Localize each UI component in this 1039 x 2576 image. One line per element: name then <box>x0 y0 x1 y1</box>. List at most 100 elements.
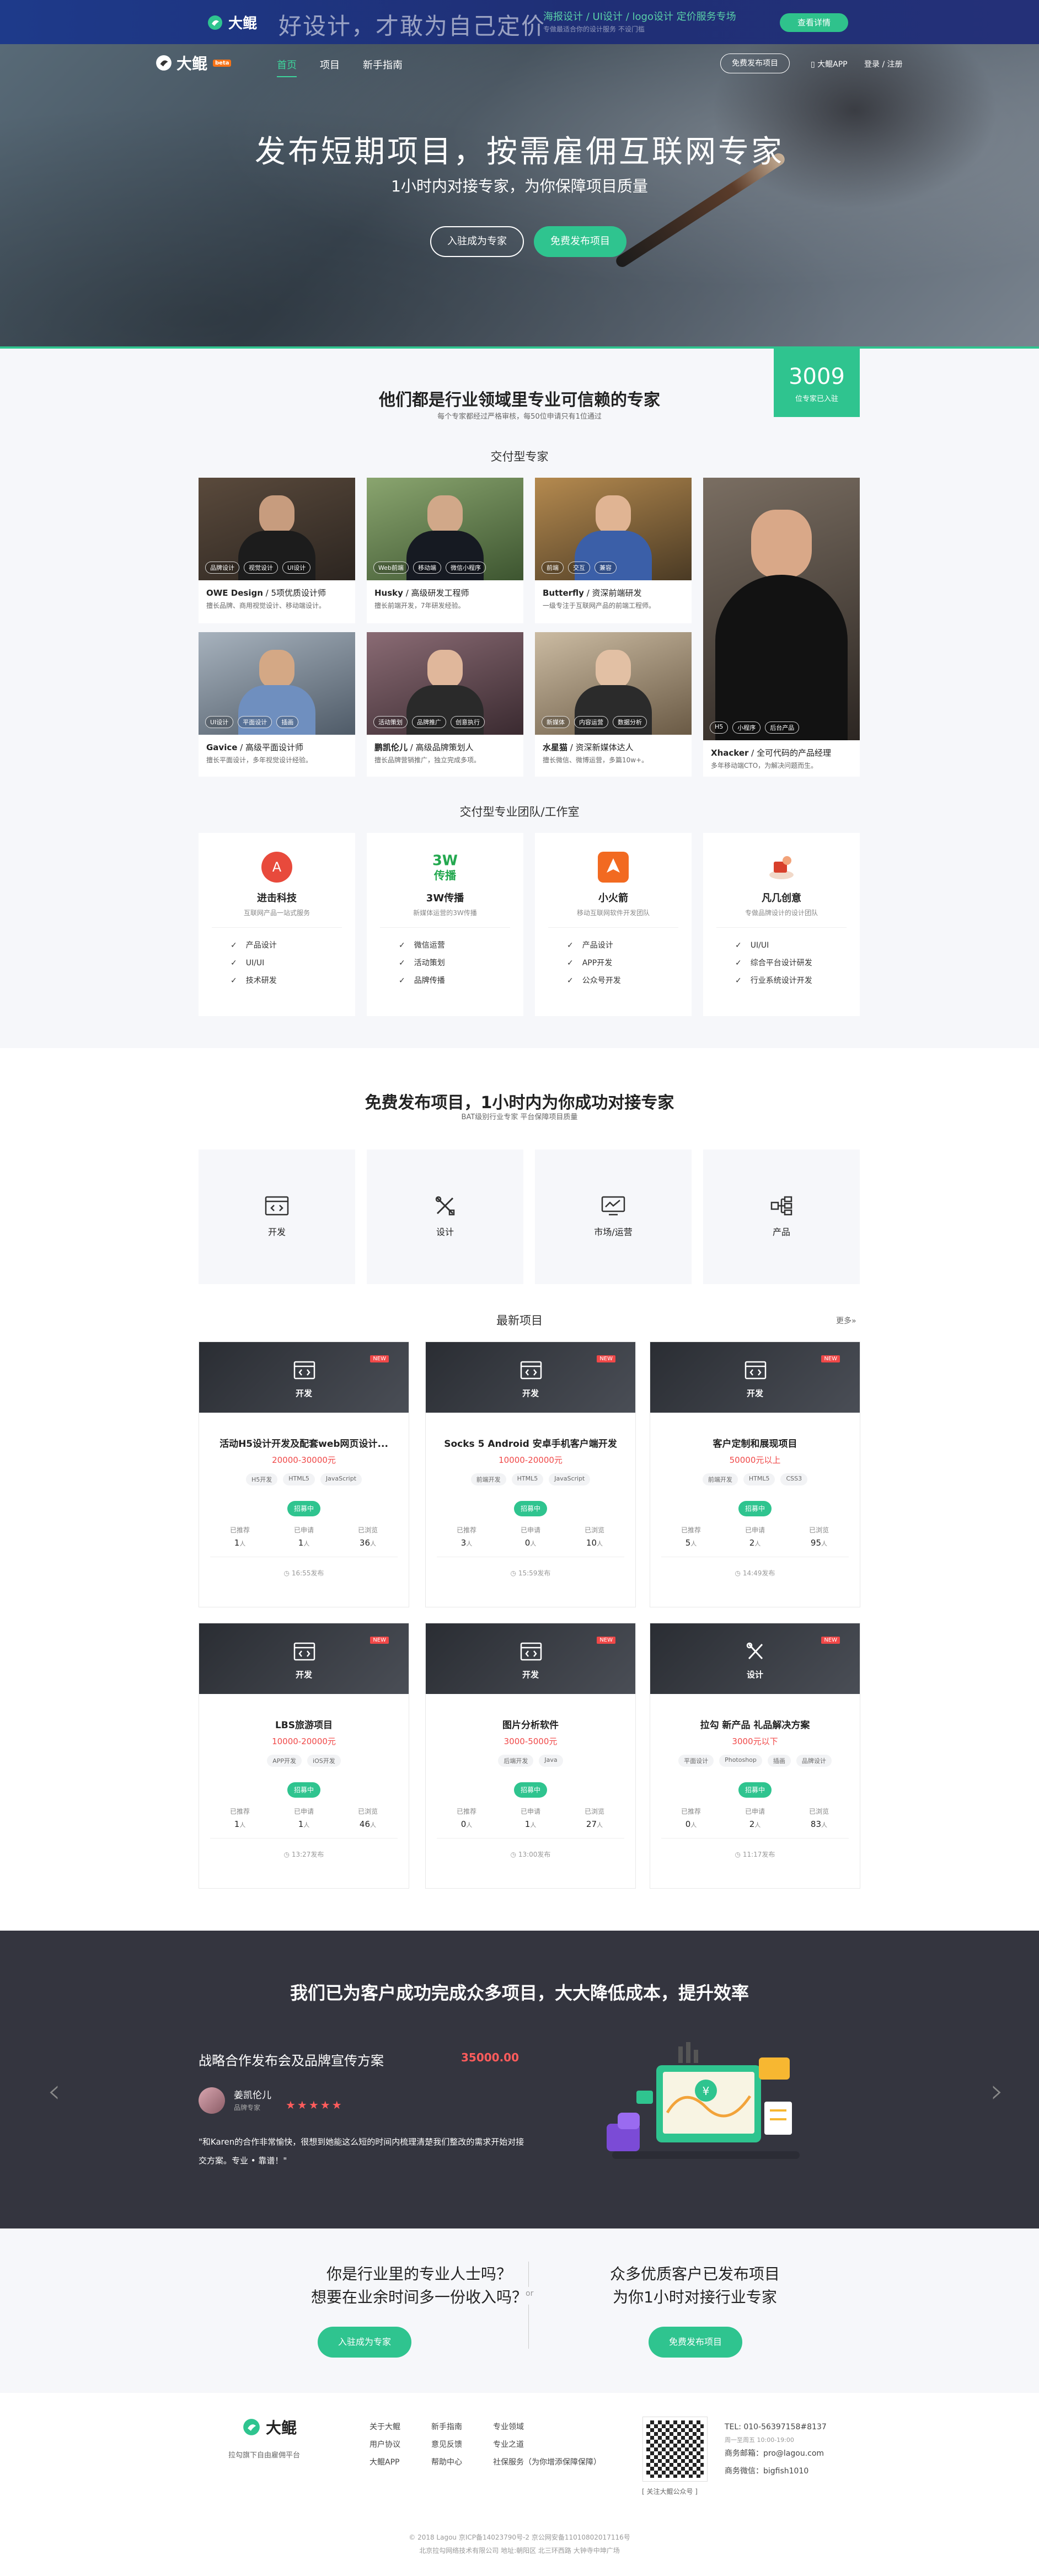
footer-link[interactable]: 专业之道 <box>493 2436 601 2454</box>
nav-link-projects[interactable]: 项目 <box>320 57 340 77</box>
promo-highlight: 海报设计 / UI设计 / logo设计 定价服务专场 <box>543 11 736 23</box>
publish-time: ◷ 11:17发布 <box>735 1851 775 1858</box>
expert-card[interactable]: 前端 交互 兼容 Butterfly / 资深前端研发 一级专注于互联网产品的前端工… <box>535 478 692 623</box>
skill-tag: CSS3 <box>780 1473 808 1485</box>
expert-card-featured[interactable]: H5 小程序 后台产品 Xhacker / 全可代码的产品经理 多年移动端CTO，为… <box>703 478 860 777</box>
team-service: 微信运营 <box>399 937 523 954</box>
more-projects-link[interactable]: 更多» <box>836 1315 856 1326</box>
next-arrow-icon[interactable]: › <box>990 2072 1004 2110</box>
status-badge: 招募中 <box>514 1782 547 1798</box>
code-window-icon <box>745 1361 767 1380</box>
footer-link[interactable]: 社保服务（为你增添保障保障） <box>493 2454 601 2471</box>
team-card[interactable]: 凡几创意 专做品牌设计的设计团队 UI/UI综合平台设计研发行业系统设计开发 <box>703 833 860 1016</box>
cta-divider <box>528 2305 529 2349</box>
viewed-count: 83 <box>810 1819 822 1829</box>
expert-tag: 内容运营 <box>574 716 608 728</box>
cta-or: or <box>526 2289 534 2298</box>
nav-link-guide[interactable]: 新手指南 <box>363 57 403 77</box>
expert-card[interactable]: UI设计 平面设计 插画 Gavice / 高级平面设计师 擅长平面设计，多年视觉设… <box>199 632 355 777</box>
expert-photo: H5 小程序 后台产品 <box>703 478 860 740</box>
expert-name: Butterfly / 资深前端研发 <box>543 588 642 598</box>
team-card[interactable]: 小火箭 移动互联网软件开发团队 产品设计APP开发公众号开发 <box>535 833 692 1016</box>
skill-tag: 前端开发 <box>702 1473 738 1485</box>
expert-desc: 擅长品牌、商用视觉设计、移动端设计。 <box>206 602 326 610</box>
team-service: 行业系统设计开发 <box>735 972 860 990</box>
expert-card[interactable]: Web前端 移动端 微信小程序 Husky / 高级研发工程师 擅长前端开发，7年研… <box>367 478 523 623</box>
team-desc: 移动互联网软件开发团队 <box>576 909 650 917</box>
project-category: 设计 <box>746 1670 763 1680</box>
footer-link[interactable]: 关于大鲲 <box>369 2418 400 2436</box>
fish-logo-icon <box>156 55 172 71</box>
project-tags: H5开发 HTML5 JavaScript <box>199 1473 409 1485</box>
project-price: 10000-20000元 <box>499 1455 563 1465</box>
code-window-icon <box>293 1361 315 1380</box>
project-banner: NEW 开发 <box>426 1342 635 1413</box>
project-title: Socks 5 Android 安卓手机客户端开发 <box>444 1439 617 1450</box>
expert-tag: 平面设计 <box>238 716 272 728</box>
cta-join-button[interactable]: 入驻成为专家 <box>318 2327 411 2358</box>
skill-tag: APP开发 <box>267 1755 302 1767</box>
wechat-qr-code <box>642 2417 708 2482</box>
project-card[interactable]: NEW 开发 客户定制和展现项目 50000元以上 前端开发 HTML5 CSS3 … <box>650 1342 860 1607</box>
footer-link[interactable]: 新手指南 <box>431 2418 462 2436</box>
team-card[interactable]: A 进击科技 互联网产品一站式服务 产品设计UI/UI技术研发 <box>199 833 355 1016</box>
skill-tag: iOS开发 <box>307 1755 341 1767</box>
team-name: 3W传播 <box>426 892 464 904</box>
footer-link[interactable]: 用户协议 <box>369 2436 400 2454</box>
expert-card[interactable]: 品牌设计 视觉设计 UI设计 OWE Design / 5项优质设计师 擅长品牌、商… <box>199 478 355 623</box>
publish-project-button[interactable]: 免费发布项目 <box>534 226 626 257</box>
expert-tag: Web前端 <box>373 562 409 574</box>
expert-tag: 创意执行 <box>451 716 485 728</box>
skill-tag: H5开发 <box>245 1473 278 1485</box>
expert-tag: 视觉设计 <box>244 562 278 574</box>
project-card[interactable]: NEW 设计 拉勾 新产品 礼品解决方案 3000元以下 平面设计 Photosh… <box>650 1623 860 1889</box>
nav-brand[interactable]: 大鲲 beta <box>156 52 232 74</box>
case-price: 35000.00 <box>461 2051 520 2064</box>
project-card[interactable]: NEW 开发 活动H5设计开发及配套web网页设计... 20000-30000… <box>199 1342 409 1607</box>
cta-publish-button[interactable]: 免费发布项目 <box>649 2327 742 2358</box>
nav-link-home[interactable]: 首页 <box>277 57 297 77</box>
project-title: LBS旅游项目 <box>275 1720 333 1731</box>
expert-photo: 活动策划 品牌推广 创意执行 <box>367 632 523 735</box>
prev-arrow-icon[interactable]: ‹ <box>47 2072 61 2110</box>
expert-name: Husky / 高级研发工程师 <box>374 588 469 598</box>
promo-banner[interactable]: 大鲲 好设计，才敢为自己定价 海报设计 / UI设计 / logo设计 定价服务… <box>0 0 1039 44</box>
footer-link[interactable]: 专业领域 <box>493 2418 601 2436</box>
project-card[interactable]: NEW 开发 LBS旅游项目 10000-20000元 APP开发 iOS开发 招… <box>199 1623 409 1889</box>
category-design[interactable]: 设计 <box>367 1150 523 1284</box>
footer-links-col2: 新手指南 意见反馈 帮助中心 <box>431 2418 462 2471</box>
clock-icon: ◷ <box>735 1569 743 1577</box>
nav-login-link[interactable]: 登录 / 注册 <box>864 58 903 70</box>
project-card[interactable]: NEW 开发 图片分析软件 3000-5000元 后端开发 Java 招募中 已推… <box>425 1623 636 1889</box>
nav-publish-button[interactable]: 免费发布项目 <box>720 54 790 73</box>
footer-link[interactable]: 帮助中心 <box>431 2454 462 2471</box>
join-expert-button[interactable]: 入驻成为专家 <box>430 226 524 257</box>
category-product[interactable]: 产品 <box>703 1150 860 1284</box>
category-marketing[interactable]: 市场/运营 <box>535 1150 692 1284</box>
skill-tag: HTML5 <box>511 1473 544 1485</box>
expert-card[interactable]: 活动策划 品牌推广 创意执行 鹏凯伦儿 / 高级品牌策划人 擅长品牌营销推广，独立完… <box>367 632 523 777</box>
category-dev[interactable]: 开发 <box>199 1150 355 1284</box>
expert-card[interactable]: 新媒体 内容运营 数据分析 水星猫 / 资深新媒体达人 擅长微信、微博运营，多篇10… <box>535 632 692 777</box>
project-tags: 前端开发 HTML5 CSS3 <box>650 1473 860 1485</box>
promo-sub: 专做最适合你的设计服务 不设门槛 <box>543 25 645 33</box>
footer-link[interactable]: 大鲲APP <box>369 2454 400 2471</box>
footer-contacts: TEL: 010-56397158#8137 周一至周五 10:00-19:00… <box>725 2418 827 2480</box>
category-label: 产品 <box>772 1227 790 1237</box>
skill-tag: 插画 <box>767 1755 791 1767</box>
cta-divider <box>528 2262 529 2287</box>
expert-tag: 品牌设计 <box>205 562 239 574</box>
nav-app-link[interactable]: ▯ 大鲲APP <box>811 58 848 70</box>
team-logo: 3W 传播 <box>427 849 463 885</box>
project-card[interactable]: NEW 开发 Socks 5 Android 安卓手机客户端开发 10000-2… <box>425 1342 636 1607</box>
team-card[interactable]: 3W传播 3W传播 新媒体运营的3W传播 微信运营活动策划品牌传播 <box>367 833 523 1016</box>
status-badge: 招募中 <box>738 1782 772 1798</box>
project-title: 活动H5设计开发及配套web网页设计... <box>219 1439 388 1450</box>
project-category: 开发 <box>746 1388 763 1398</box>
promo-detail-button[interactable]: 查看详情 <box>780 13 848 32</box>
footer-link[interactable]: 意见反馈 <box>431 2436 462 2454</box>
nav-brand-text: 大鲲 <box>176 55 208 73</box>
viewed-count: 10 <box>586 1538 597 1548</box>
project-stats: 已推荐 5人 已申请 2人 已浏览 95人 <box>681 1526 829 1548</box>
expert-tag: UI设计 <box>205 716 234 728</box>
